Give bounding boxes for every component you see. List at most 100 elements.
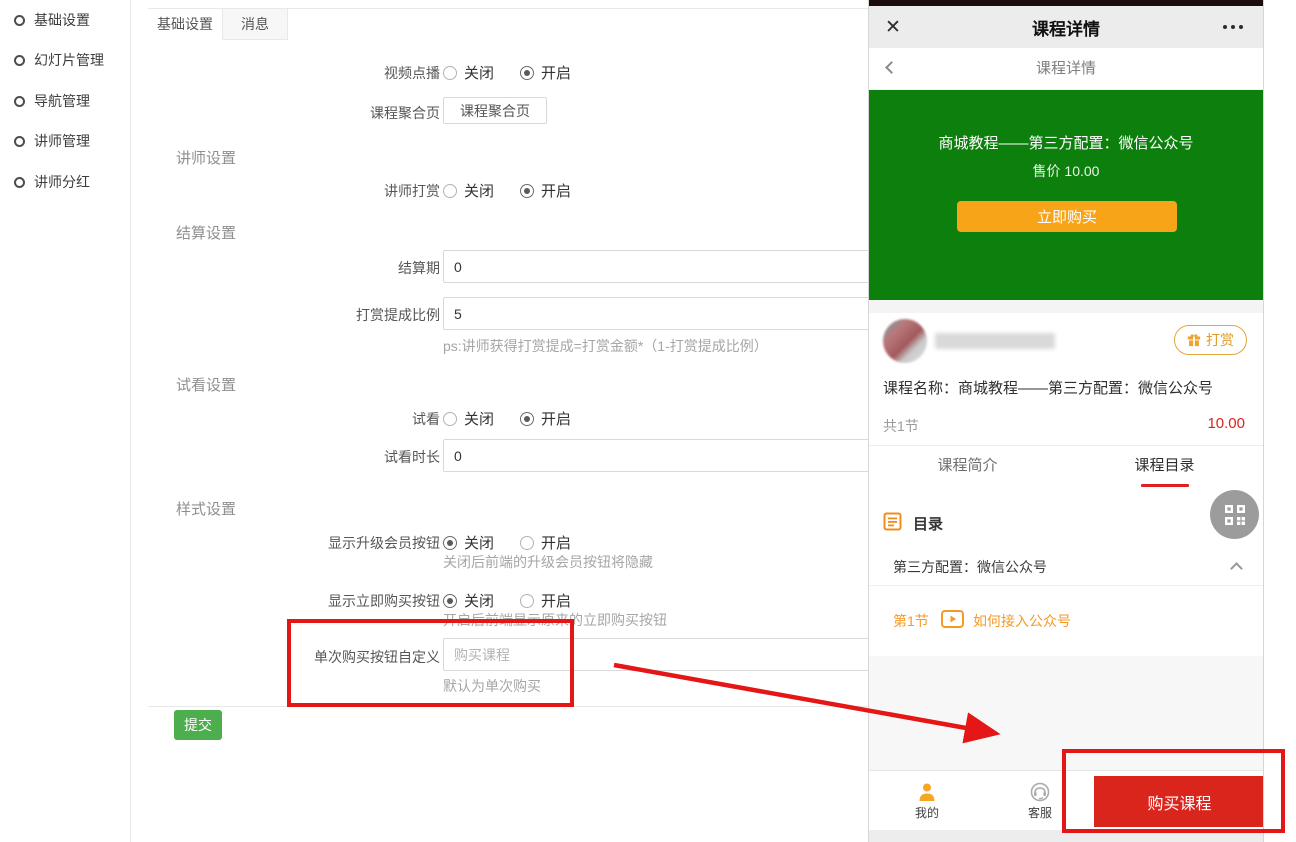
sidebar-item-basic-settings[interactable]: 基础设置: [14, 10, 90, 30]
submit-button[interactable]: 提交: [174, 710, 222, 740]
tab-course-catalog[interactable]: 课程目录: [1066, 446, 1263, 490]
tab-basic-settings[interactable]: 基础设置: [148, 9, 222, 40]
trial-radio-off[interactable]: 关闭: [443, 408, 494, 429]
sidebar-item-label: 幻灯片管理: [34, 50, 104, 70]
catalog-title: 目录: [913, 513, 943, 534]
chevron-up-icon: [1230, 562, 1243, 575]
circle-icon: [14, 15, 25, 26]
sidebar-item-slideshow[interactable]: 幻灯片管理: [14, 50, 104, 70]
wechat-title-bar: ✕ 课程详情: [869, 6, 1263, 48]
radio-icon: [520, 66, 534, 80]
banner-course-title: 商城教程——第三方配置：微信公众号: [869, 132, 1263, 153]
show-buy-now-radio-off[interactable]: 关闭: [443, 590, 494, 611]
lesson-row[interactable]: 第1节 如何接入公众号: [869, 600, 1263, 644]
section-style-settings: 样式设置: [176, 498, 236, 519]
course-name-line: 课程名称：商城教程——第三方配置：微信公众号: [869, 372, 1263, 406]
show-upgrade-radio-group: 关闭 开启: [443, 532, 571, 553]
field-label-vod: 视频点播: [148, 63, 440, 83]
show-upgrade-hint: 关闭后前端的升级会员按钮将隐藏: [443, 552, 653, 572]
lesson-number: 第1节: [893, 611, 929, 631]
radio-icon: [443, 184, 457, 198]
reward-ratio-input[interactable]: [443, 297, 883, 330]
trial-duration-input[interactable]: [443, 439, 883, 472]
page-nav-title: 课程详情: [869, 48, 1263, 90]
course-banner: 商城教程——第三方配置：微信公众号 售价 10.00 立即购买: [869, 90, 1263, 300]
buy-now-button[interactable]: 立即购买: [957, 201, 1177, 232]
sidebar-item-navigation[interactable]: 导航管理: [14, 91, 90, 111]
course-tabs: 课程简介 课程目录: [869, 446, 1263, 490]
person-icon: [917, 782, 937, 802]
tab-course-intro[interactable]: 课程简介: [869, 446, 1066, 490]
instructor-name-blurred: [935, 333, 1055, 349]
sidebar-item-label: 讲师管理: [34, 131, 90, 151]
catalog-header: 目录: [869, 505, 1263, 541]
sidebar-item-label: 讲师分红: [34, 172, 90, 192]
reward-radio-on[interactable]: 开启: [520, 180, 571, 201]
field-label-show-upgrade: 显示升级会员按钮: [148, 533, 440, 553]
chapter-title: 第三方配置：微信公众号: [893, 557, 1047, 577]
aggregate-page-button[interactable]: 课程聚合页: [443, 97, 547, 124]
field-label-settle-period: 结算期: [148, 258, 440, 278]
document-icon: [883, 512, 902, 531]
sidebar-item-label: 导航管理: [34, 91, 90, 111]
field-label-aggregate-page: 课程聚合页: [148, 103, 440, 123]
sidebar: 基础设置 幻灯片管理 导航管理 讲师管理 讲师分红: [0, 0, 131, 842]
vod-radio-off[interactable]: 关闭: [443, 62, 494, 83]
reward-button[interactable]: 打赏: [1174, 325, 1247, 355]
field-label-trial-duration: 试看时长: [148, 447, 440, 467]
avatar: [883, 319, 927, 363]
circle-icon: [14, 55, 25, 66]
radio-icon: [520, 412, 534, 426]
wechat-title: 课程详情: [869, 15, 1263, 40]
reward-button-label: 打赏: [1206, 330, 1234, 350]
section-settlement-settings: 结算设置: [176, 222, 236, 243]
buy-course-button[interactable]: 购买课程: [1094, 776, 1264, 827]
show-buy-now-radio-group: 关闭 开启: [443, 590, 571, 611]
course-price: 10.00: [1207, 415, 1245, 432]
gift-icon: [1187, 333, 1201, 347]
form-tabbar: 基础设置 消息: [148, 8, 868, 39]
vod-radio-on[interactable]: 开启: [520, 62, 571, 83]
active-tab-underline: [1141, 484, 1189, 487]
qr-code-icon: [1224, 504, 1246, 526]
field-label-instructor-reward: 讲师打赏: [148, 181, 440, 201]
radio-icon: [520, 536, 534, 550]
nav-item-service[interactable]: 客服: [1008, 778, 1072, 821]
nav-mine-label: 我的: [895, 804, 959, 821]
radio-icon: [443, 412, 457, 426]
radio-icon: [443, 66, 457, 80]
circle-icon: [14, 96, 25, 107]
buy-button-custom-input[interactable]: [443, 638, 883, 671]
more-menu-icon[interactable]: [1223, 25, 1243, 29]
banner-price: 售价 10.00: [869, 161, 1263, 181]
circle-icon: [14, 177, 25, 188]
qr-code-button[interactable]: [1210, 490, 1259, 539]
tab-messages[interactable]: 消息: [222, 9, 288, 40]
show-upgrade-radio-off[interactable]: 关闭: [443, 532, 494, 553]
nav-item-mine[interactable]: 我的: [895, 778, 959, 821]
bottom-nav: 我的 客服 购买课程: [869, 770, 1263, 830]
trial-radio-group: 关闭 开启: [443, 408, 571, 429]
field-label-reward-ratio: 打赏提成比例: [148, 305, 440, 325]
reward-radio-off[interactable]: 关闭: [443, 180, 494, 201]
trial-radio-on[interactable]: 开启: [520, 408, 571, 429]
page: 基础设置 幻灯片管理 导航管理 讲师管理 讲师分红 基础设置 消息 视频点播 关…: [0, 0, 1296, 842]
radio-icon: [443, 536, 457, 550]
course-stats-row: 共1节 10.00: [869, 408, 1263, 446]
field-label-buy-button-custom: 单次购买按钮自定义: [148, 647, 440, 667]
spacer: [869, 830, 1263, 842]
show-upgrade-radio-on[interactable]: 开启: [520, 532, 571, 553]
nav-service-label: 客服: [1008, 804, 1072, 821]
phone-preview: ✕ 课程详情 课程详情 商城教程——第三方配置：微信公众号 售价 10.00 立…: [868, 0, 1264, 842]
sidebar-item-instructors[interactable]: 讲师管理: [14, 131, 90, 151]
lesson-title: 如何接入公众号: [973, 611, 1071, 631]
show-buy-now-radio-on[interactable]: 开启: [520, 590, 571, 611]
sidebar-item-instructor-dividend[interactable]: 讲师分红: [14, 172, 90, 192]
video-play-icon: [941, 610, 964, 628]
chapter-row[interactable]: 第三方配置：微信公众号: [869, 548, 1263, 586]
sections-count: 共1节: [883, 416, 919, 436]
settle-period-input[interactable]: [443, 250, 883, 283]
field-label-trial: 试看: [148, 409, 440, 429]
buy-button-custom-hint: 默认为单次购买: [443, 676, 541, 696]
headset-icon: [1030, 782, 1050, 802]
